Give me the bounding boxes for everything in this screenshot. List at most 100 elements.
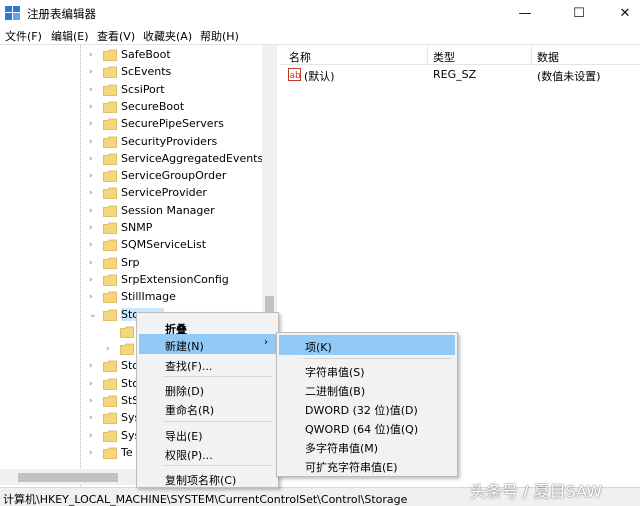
expand-chevron-icon[interactable]: › (89, 137, 97, 147)
value-list-header: 名称 类型 数据 (281, 45, 640, 65)
tree-item-securityproviders[interactable]: › SecurityProviders (0, 134, 262, 151)
column-divider[interactable] (531, 45, 532, 65)
menu-item-label: 项(K) (305, 341, 332, 354)
value-name: (默认) (304, 70, 335, 83)
collapse-chevron-icon[interactable]: ⌄ (89, 310, 97, 320)
expand-chevron-icon[interactable]: › (89, 154, 97, 164)
expand-chevron-icon[interactable]: › (89, 85, 97, 95)
menu-item-copy-key-name[interactable]: 复制项名称(C) (139, 468, 276, 488)
expand-chevron-icon[interactable]: › (89, 206, 97, 216)
expand-chevron-icon[interactable]: › (89, 171, 97, 181)
folder-icon (103, 205, 117, 217)
tree-item-stillimage[interactable]: › StillImage (0, 289, 262, 306)
menu-item-permissions[interactable]: 权限(P)... (139, 443, 276, 463)
expand-chevron-icon[interactable]: › (106, 344, 114, 354)
tree-item-label: SQMServiceList (121, 238, 207, 252)
folder-icon (103, 66, 117, 79)
folder-icon (103, 309, 117, 321)
tree-item-label: ServiceAggregatedEvents (121, 151, 264, 165)
folder-icon (103, 222, 117, 234)
new-submenu: 项(K) 字符串值(S) 二进制值(B) DWORD (32 位)值(D) QW… (276, 332, 458, 477)
tree-item-snmp[interactable]: › SNMP (0, 220, 262, 237)
expand-chevron-icon[interactable]: › (89, 361, 97, 371)
tree-item-secureboot[interactable]: › SecureBoot (0, 99, 262, 116)
expand-chevron-icon[interactable]: › (89, 240, 97, 250)
submenu-item-string[interactable]: 字符串值(S) (279, 360, 455, 380)
expand-chevron-icon[interactable]: › (89, 379, 97, 389)
menu-item-find[interactable]: 查找(F)... (139, 354, 276, 374)
expand-chevron-icon[interactable]: › (89, 431, 97, 441)
column-divider[interactable] (427, 45, 428, 65)
expand-chevron-icon[interactable]: › (89, 275, 97, 285)
menu-edit[interactable]: 编辑(E) (51, 28, 89, 44)
maximize-button[interactable]: ☐ (556, 0, 602, 26)
tree-item-srp[interactable]: › Srp (0, 255, 262, 272)
submenu-item-expandable-string[interactable]: 可扩充字符串值(E) (279, 455, 455, 475)
menu-item-delete[interactable]: 删除(D) (139, 379, 276, 399)
tree-item-sqmservicelist[interactable]: › SQMServiceList (0, 237, 262, 254)
folder-icon (103, 84, 117, 96)
tree-horizontal-scroll-thumb[interactable] (18, 473, 118, 482)
expand-chevron-icon[interactable]: › (89, 223, 97, 233)
submenu-item-key[interactable]: 项(K) (279, 335, 455, 355)
tree-item-scsiport[interactable]: › ScsiPort (0, 82, 262, 99)
tree-item-srpextensionconfig[interactable]: › SrpExtensionConfig (0, 272, 262, 289)
menu-view[interactable]: 查看(V) (97, 28, 135, 44)
status-path: 计算机\HKEY_LOCAL_MACHINE\SYSTEM\CurrentCon… (3, 493, 408, 506)
submenu-item-binary[interactable]: 二进制值(B) (279, 379, 455, 399)
menu-separator (163, 465, 273, 466)
tree-item-safeboot[interactable]: › SafeBoot (0, 47, 262, 64)
submenu-item-multi-string[interactable]: 多字符串值(M) (279, 436, 455, 456)
expand-chevron-icon[interactable]: › (89, 448, 97, 458)
value-row-default[interactable]: ab (默认) REG_SZ (数值未设置) (281, 66, 640, 84)
tree-item-servicegrouporder[interactable]: › ServiceGroupOrder (0, 168, 262, 185)
tree-item-label: ServiceProvider (121, 186, 207, 200)
menu-favorites[interactable]: 收藏夹(A) (143, 28, 192, 44)
regedit-app-icon (5, 6, 20, 20)
menu-file[interactable]: 文件(F) (5, 28, 42, 44)
menu-item-export[interactable]: 导出(E) (139, 424, 276, 444)
tree-item-serviceprovider[interactable]: › ServiceProvider (0, 185, 262, 202)
expand-chevron-icon[interactable]: › (89, 258, 97, 268)
tree-item-session-manager[interactable]: › Session Manager (0, 203, 262, 220)
tree-item-label: SecurePipeServers (121, 117, 224, 131)
menu-item-label: 二进制值(B) (305, 385, 366, 398)
expand-chevron-icon[interactable]: › (89, 119, 97, 129)
minimize-button[interactable]: — (502, 0, 548, 26)
expand-chevron-icon[interactable]: › (89, 413, 97, 423)
submenu-item-dword[interactable]: DWORD (32 位)值(D) (279, 398, 455, 418)
close-button[interactable]: ✕ (602, 0, 640, 26)
menu-item-label: 重命名(R) (165, 404, 215, 417)
column-name[interactable]: 名称 (289, 49, 311, 65)
expand-chevron-icon[interactable]: › (89, 50, 97, 60)
folder-icon (103, 153, 117, 165)
menu-item-label: 删除(D) (165, 385, 205, 398)
menu-separator (163, 421, 273, 422)
expand-chevron-icon[interactable]: › (89, 292, 97, 302)
tree-item-label: Session Manager (121, 203, 215, 217)
menu-item-label: QWORD (64 位)值(Q) (305, 423, 419, 436)
expand-chevron-icon[interactable]: › (89, 396, 97, 406)
folder-icon (103, 49, 117, 61)
menu-bar: 文件(F) 编辑(E) 查看(V) 收藏夹(A) 帮助(H) (0, 26, 640, 44)
menu-help[interactable]: 帮助(H) (200, 28, 239, 44)
menu-separator (303, 358, 451, 359)
menu-item-new[interactable]: 新建(N) › (139, 334, 276, 354)
submenu-item-qword[interactable]: QWORD (64 位)值(Q) (279, 417, 455, 437)
menu-item-rename[interactable]: 重命名(R) (139, 398, 276, 418)
menu-item-label: DWORD (32 位)值(D) (305, 404, 418, 417)
tree-item-label: SNMP (121, 221, 153, 234)
column-type[interactable]: 类型 (433, 49, 455, 65)
context-menu: 折叠 新建(N) › 查找(F)... 删除(D) 重命名(R) 导出(E) 权限… (136, 312, 279, 488)
expand-chevron-icon[interactable]: › (89, 67, 97, 77)
folder-icon (103, 239, 117, 252)
folder-icon (103, 187, 117, 200)
expand-chevron-icon[interactable]: › (89, 102, 97, 112)
folder-icon (103, 291, 117, 304)
tree-item-label: ScsiPort (121, 82, 165, 96)
tree-item-securepipeservers[interactable]: › SecurePipeServers (0, 116, 262, 133)
tree-item-serviceaggregatedevents[interactable]: › ServiceAggregatedEvents (0, 151, 264, 168)
tree-item-scevents[interactable]: › ScEvents (0, 64, 262, 81)
expand-chevron-icon[interactable]: › (89, 188, 97, 198)
column-data[interactable]: 数据 (537, 49, 559, 65)
